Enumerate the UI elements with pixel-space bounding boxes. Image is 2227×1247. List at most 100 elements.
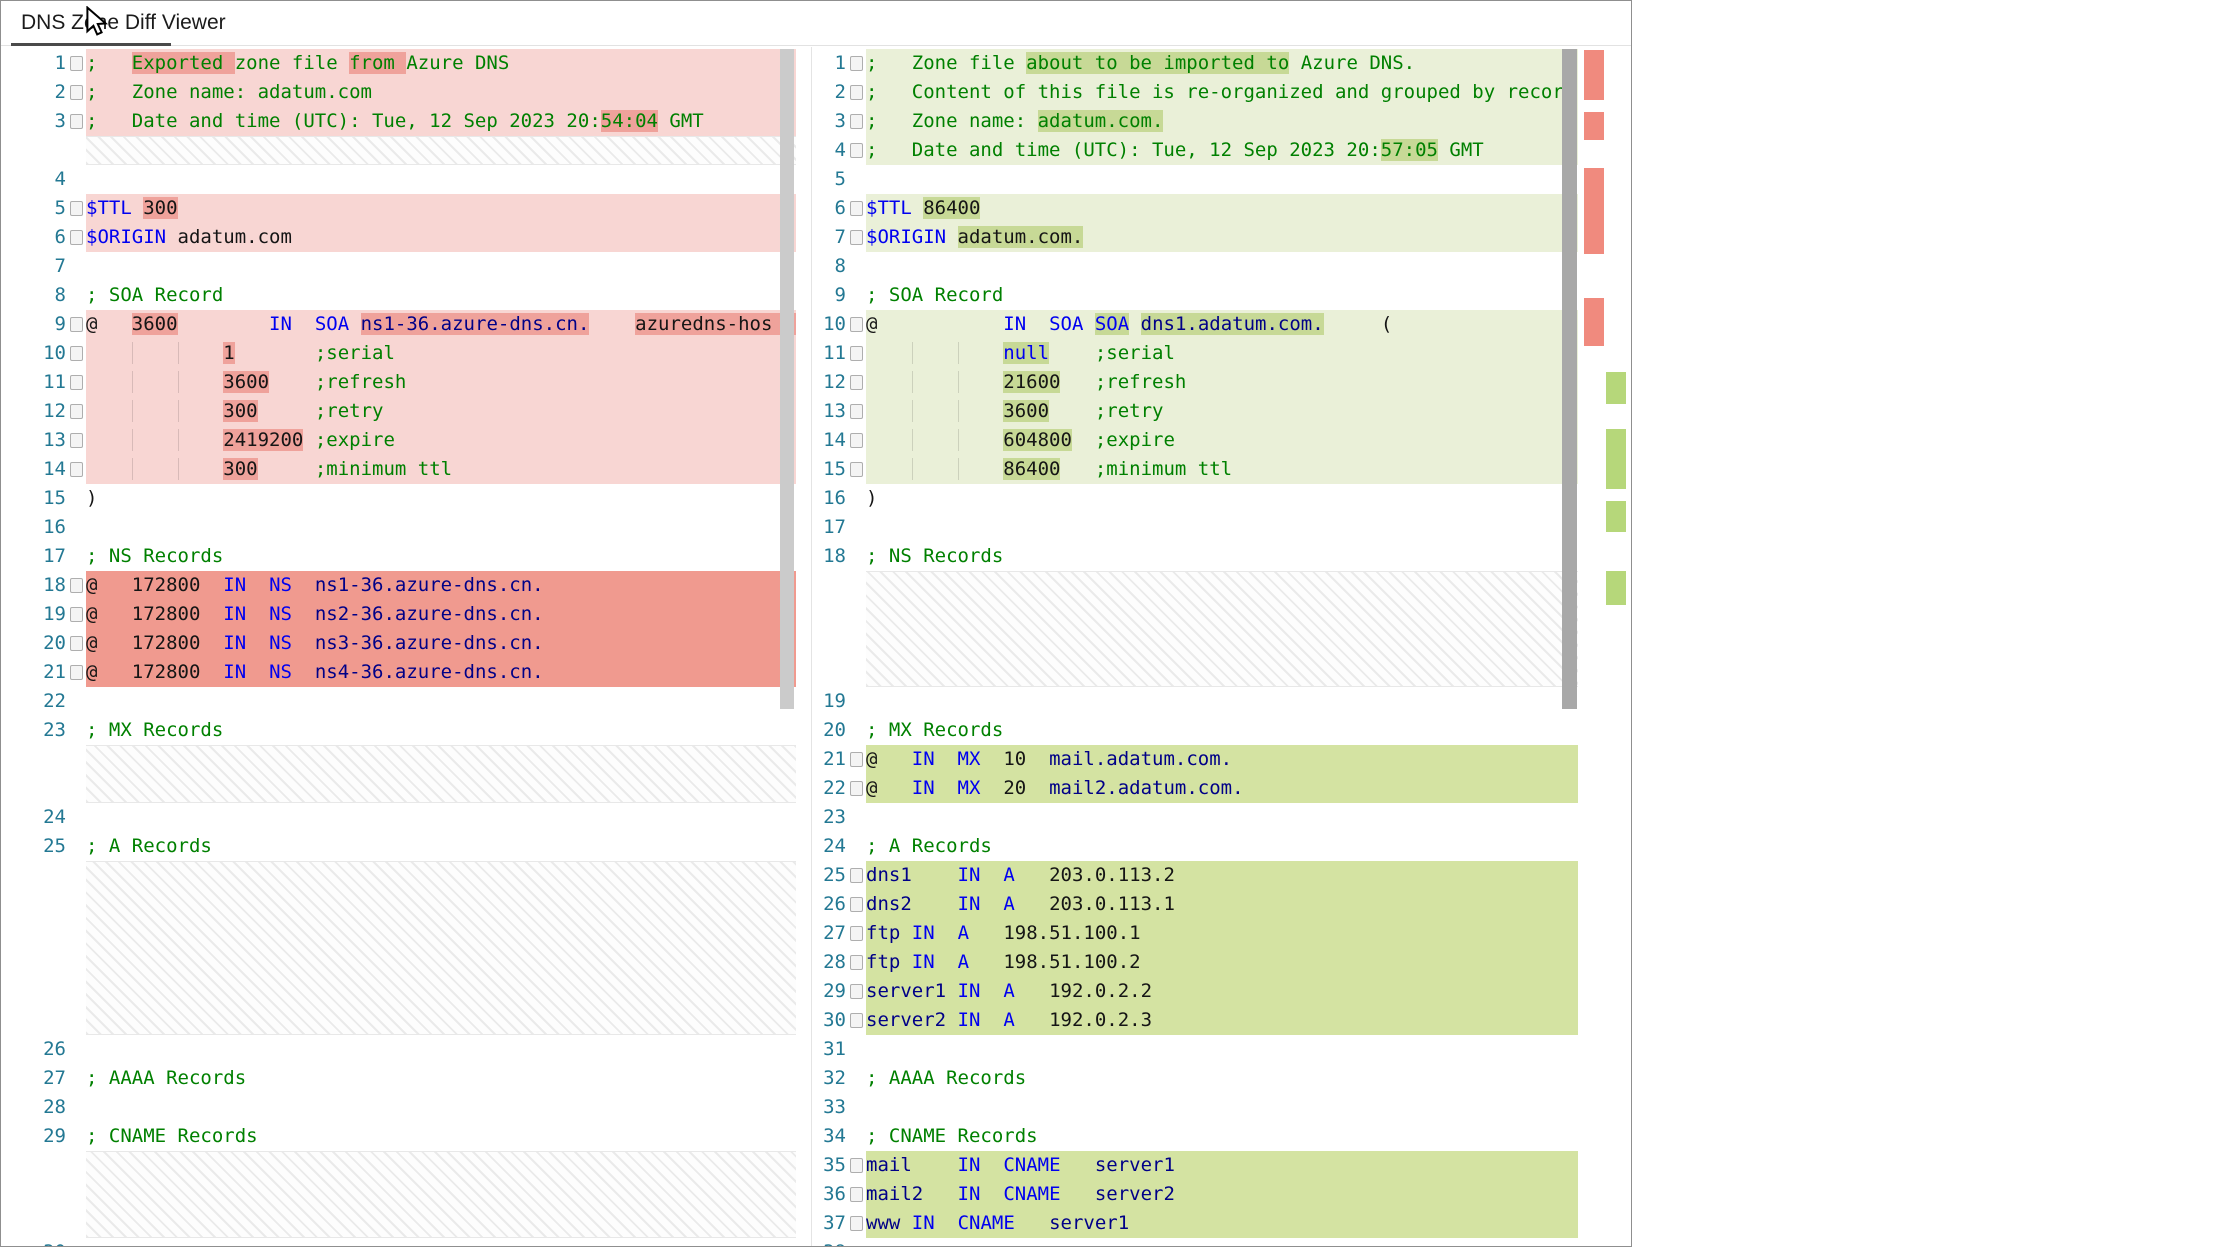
line-content[interactable]: dns1 IN A 203.0.113.2	[866, 861, 1578, 890]
line-content[interactable]: 1 ;serial	[86, 339, 796, 368]
diff-line-left-14[interactable]: 14 300 ;minimum ttl	[2, 455, 796, 484]
line-content[interactable]: @ 172800 IN NS ns4-36.azure-dns.cn.	[86, 658, 796, 687]
diff-line-left-5[interactable]: 5 $TTL 300	[2, 194, 796, 223]
diff-line-right-11[interactable]: 11 null ;serial	[814, 339, 1578, 368]
line-change-marker-icon[interactable]	[850, 752, 863, 767]
diff-line-right-26[interactable]: 26 dns2 IN A 203.0.113.1	[814, 890, 1578, 919]
line-content[interactable]: server2 IN A 192.0.2.3	[866, 1006, 1578, 1035]
line-content[interactable]	[86, 165, 796, 194]
line-content[interactable]: ; Exported zone file from Azure DNS	[86, 49, 796, 78]
diff-line-left-18[interactable]: 18 @ 172800 IN NS ns1-36.azure-dns.cn.	[2, 571, 796, 600]
line-change-marker-icon[interactable]	[850, 984, 863, 999]
left-scrollbar-thumb[interactable]	[780, 49, 794, 709]
diff-line-left-8[interactable]: 8 ; SOA Record	[2, 281, 796, 310]
line-content[interactable]: @ IN SOA SOA dns1.adatum.com. (	[866, 310, 1578, 339]
line-content[interactable]	[86, 1035, 796, 1064]
diff-line-left-11[interactable]: 11 3600 ;refresh	[2, 368, 796, 397]
line-content[interactable]: ; AAAA Records	[866, 1064, 1578, 1093]
diff-line-left-6[interactable]: 6 $ORIGIN adatum.com	[2, 223, 796, 252]
ruler-mark-added[interactable]	[1606, 571, 1626, 605]
diff-line-right-29[interactable]: 29 server1 IN A 192.0.2.2	[814, 977, 1578, 1006]
diff-line-left-28[interactable]: 28	[2, 1093, 796, 1122]
line-content[interactable]: $TTL 86400	[866, 194, 1578, 223]
line-content[interactable]: 3600 ;retry	[866, 397, 1578, 426]
line-content[interactable]	[866, 1093, 1578, 1122]
line-content[interactable]: dns2 IN A 203.0.113.1	[866, 890, 1578, 919]
diff-line-right-18[interactable]: 18 ; NS Records	[814, 542, 1578, 571]
diff-line-right-23[interactable]: 23	[814, 803, 1578, 832]
diff-line-left-7[interactable]: 7	[2, 252, 796, 281]
line-content[interactable]: ; A Records	[866, 832, 1578, 861]
diff-line-left-3[interactable]: 3 ; Date and time (UTC): Tue, 12 Sep 2023…	[2, 107, 796, 136]
diff-line-right-31[interactable]: 31	[814, 1035, 1578, 1064]
diff-line-left-1[interactable]: 1; Exported zone file from Azure DNS	[2, 49, 796, 78]
line-content[interactable]: $TTL 300	[86, 194, 796, 223]
diff-line-left-27[interactable]: 27 ; AAAA Records	[2, 1064, 796, 1093]
diff-line-right-15[interactable]: 15 86400 ;minimum ttl	[814, 455, 1578, 484]
diff-line-right-28[interactable]: 28 ftp IN A 198.51.100.2	[814, 948, 1578, 977]
line-change-marker-icon[interactable]	[70, 404, 83, 419]
line-content[interactable]	[86, 252, 796, 281]
line-change-marker-icon[interactable]	[70, 433, 83, 448]
diff-line-left-4[interactable]: 4	[2, 165, 796, 194]
line-change-marker-icon[interactable]	[70, 346, 83, 361]
line-change-marker-icon[interactable]	[70, 607, 83, 622]
line-content[interactable]: @ IN MX 10 mail.adatum.com.	[866, 745, 1578, 774]
diff-line-left-15[interactable]: 15)	[2, 484, 796, 513]
line-change-marker-icon[interactable]	[70, 56, 83, 71]
diff-line-right-12[interactable]: 12 21600 ;refresh	[814, 368, 1578, 397]
diff-line-left-22[interactable]: 22	[2, 687, 796, 716]
diff-line-right-30[interactable]: 30 server2 IN A 192.0.2.3	[814, 1006, 1578, 1035]
right-scrollbar-thumb[interactable]	[1562, 49, 1577, 709]
ruler-mark-added[interactable]	[1606, 429, 1626, 489]
line-content[interactable]: ; MX Records	[866, 716, 1578, 745]
diff-line-right-17[interactable]: 17	[814, 513, 1578, 542]
line-change-marker-icon[interactable]	[70, 114, 83, 129]
line-content[interactable]	[86, 687, 796, 716]
line-content[interactable]	[866, 165, 1578, 194]
line-content[interactable]	[86, 1093, 796, 1122]
diff-line-right-24[interactable]: 24 ; A Records	[814, 832, 1578, 861]
line-change-marker-icon[interactable]	[850, 1216, 863, 1231]
line-content[interactable]: ; Date and time (UTC): Tue, 12 Sep 2023 …	[866, 136, 1578, 165]
diff-line-left-24[interactable]: 24	[2, 803, 796, 832]
line-content[interactable]: @ 172800 IN NS ns2-36.azure-dns.cn.	[86, 600, 796, 629]
line-content[interactable]: mail IN CNAME server1	[866, 1151, 1578, 1180]
diff-line-right-34[interactable]: 34 ; CNAME Records	[814, 1122, 1578, 1151]
diff-line-left-13[interactable]: 13 2419200 ;expire	[2, 426, 796, 455]
diff-line-right-7[interactable]: 7 $ORIGIN adatum.com.	[814, 223, 1578, 252]
line-change-marker-icon[interactable]	[70, 636, 83, 651]
line-content[interactable]: ; NS Records	[866, 542, 1578, 571]
right-editor-pane[interactable]: 1 ; Zone file about to be imported to Azu…	[814, 47, 1578, 1246]
line-content[interactable]: @ IN MX 20 mail2.adatum.com.	[866, 774, 1578, 803]
diff-line-left-2[interactable]: 2 ; Zone name: adatum.com	[2, 78, 796, 107]
diff-line-right-13[interactable]: 13 3600 ;retry	[814, 397, 1578, 426]
ruler-mark-added[interactable]	[1606, 372, 1626, 404]
line-change-marker-icon[interactable]	[850, 143, 863, 158]
line-change-marker-icon[interactable]	[850, 897, 863, 912]
ruler-mark-removed[interactable]	[1584, 168, 1604, 254]
left-editor-pane[interactable]: 1; Exported zone file from Azure DNS 2; Z…	[2, 47, 796, 1246]
overview-ruler[interactable]	[1580, 47, 1631, 1246]
line-change-marker-icon[interactable]	[70, 85, 83, 100]
diff-line-right-21[interactable]: 21 @ IN MX 10 mail.adatum.com.	[814, 745, 1578, 774]
line-content[interactable]	[86, 803, 796, 832]
line-content[interactable]: ; Zone name: adatum.com	[86, 78, 796, 107]
diff-line-left-9[interactable]: 9 @ 3600 IN SOA ns1-36.azure-dns.cn. azur…	[2, 310, 796, 339]
line-change-marker-icon[interactable]	[850, 868, 863, 883]
line-content[interactable]: $ORIGIN adatum.com	[86, 223, 796, 252]
line-change-marker-icon[interactable]	[70, 578, 83, 593]
diff-line-right-5[interactable]: 5	[814, 165, 1578, 194]
diff-line-right-3[interactable]: 3 ; Zone name: adatum.com.	[814, 107, 1578, 136]
line-change-marker-icon[interactable]	[850, 1013, 863, 1028]
line-content[interactable]: ; Zone file about to be imported to Azur…	[866, 49, 1578, 78]
line-change-marker-icon[interactable]	[850, 56, 863, 71]
line-change-marker-icon[interactable]	[70, 462, 83, 477]
line-change-marker-icon[interactable]	[70, 201, 83, 216]
line-change-marker-icon[interactable]	[70, 375, 83, 390]
line-change-marker-icon[interactable]	[70, 317, 83, 332]
ruler-mark-removed[interactable]	[1584, 298, 1604, 346]
diff-line-left-21[interactable]: 21 @ 172800 IN NS ns4-36.azure-dns.cn.	[2, 658, 796, 687]
line-content[interactable]	[866, 1035, 1578, 1064]
ruler-mark-removed[interactable]	[1584, 112, 1604, 140]
